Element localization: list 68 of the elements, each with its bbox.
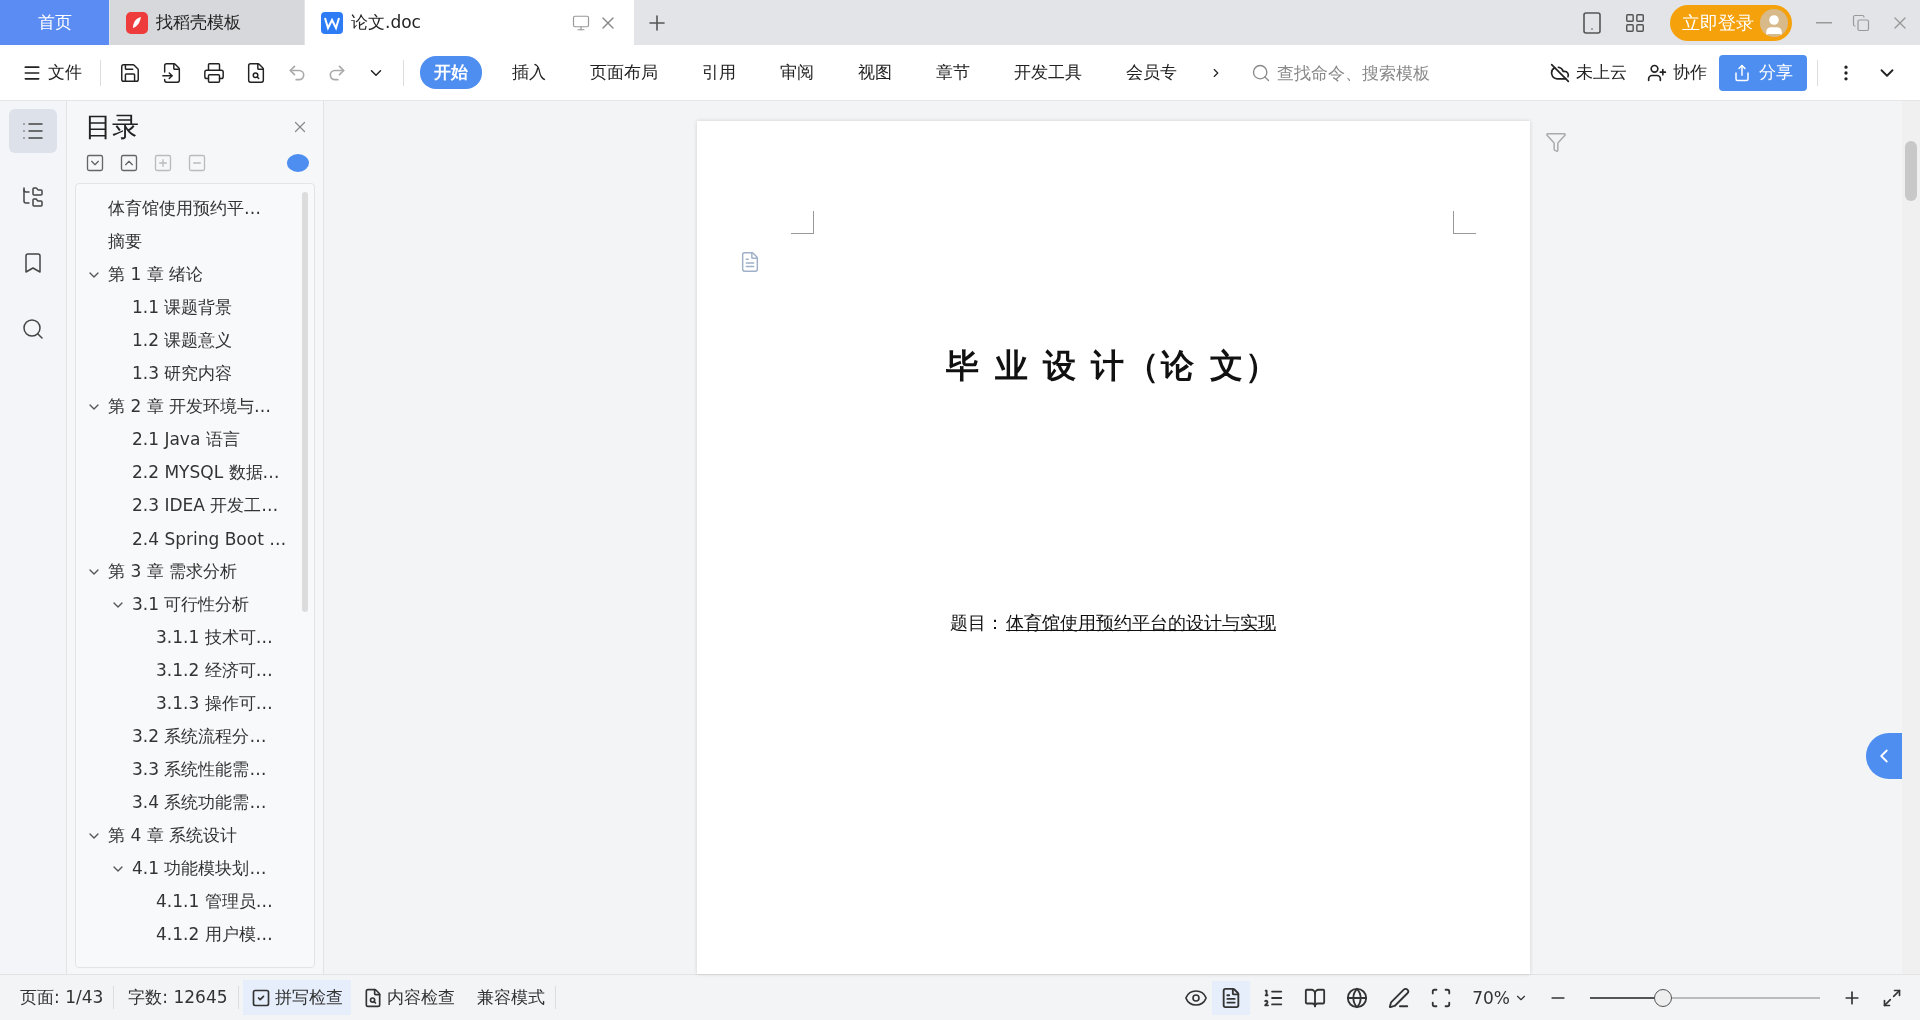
toc-item[interactable]: 第 4 章 系统设计	[76, 819, 314, 852]
subject-line: 题目：体育馆使用预约平台的设计与实现	[950, 611, 1276, 635]
toc-item[interactable]: 3.1.3 操作可…	[76, 687, 314, 720]
cloud-button[interactable]: 未上云	[1542, 57, 1635, 88]
expand-all-icon	[85, 153, 105, 173]
toc-item[interactable]: 4.1.1 管理员…	[76, 885, 314, 918]
remove-icon	[187, 153, 207, 173]
corner-mark	[790, 211, 814, 234]
add-icon	[153, 153, 173, 173]
collaborate-button[interactable]: 协作	[1639, 57, 1715, 88]
checkbox-icon	[250, 987, 271, 1008]
file-menu[interactable]: 文件	[14, 57, 90, 88]
toc-item[interactable]: 2.2 MYSQL 数据…	[76, 456, 314, 489]
corner-mark	[1452, 211, 1476, 234]
spell-check-button[interactable]: 拼写检查	[242, 980, 351, 1015]
collapse-all-icon	[119, 153, 139, 173]
compat-mode: 兼容模式	[466, 986, 556, 1009]
toc-item[interactable]: 3.1.2 经济可…	[76, 654, 314, 687]
toc-item[interactable]: 1.1 课题背景	[76, 291, 314, 324]
toc-item[interactable]: 1.3 研究内容	[76, 357, 314, 390]
filter-icon	[1545, 131, 1567, 153]
document-heading: 毕 业 设 计（论 文）	[946, 345, 1280, 387]
ribbon-tab[interactable]: 章节	[922, 56, 984, 89]
zoom-dropdown[interactable]: 70%	[1464, 981, 1536, 1014]
document-tab[interactable]: 找稻壳模板	[110, 0, 305, 45]
zoom-slider-thumb[interactable]	[1653, 988, 1672, 1007]
toc-item[interactable]: 第 1 章 绪论	[76, 258, 314, 291]
restore-icon	[1852, 13, 1870, 32]
toc-item[interactable]: 1.2 课题意义	[76, 324, 314, 357]
search-icon	[1251, 62, 1271, 83]
toc-item[interactable]: 3.2 系统流程分…	[76, 720, 314, 753]
document-tab[interactable]: 论文.doc	[305, 0, 635, 45]
scrollbar-thumb[interactable]	[1905, 141, 1917, 201]
toc-item[interactable]: 摘要	[76, 225, 314, 258]
toc-item[interactable]: 3.4 系统功能需…	[76, 786, 314, 819]
toc-item[interactable]: 3.3 系统性能需…	[76, 753, 314, 786]
toc-item[interactable]: 4.1 功能模块划…	[76, 852, 314, 885]
expand-panel-button[interactable]	[1866, 733, 1902, 779]
page-count: 页面: 1/43	[10, 986, 115, 1009]
toc-item[interactable]: 第 2 章 开发环境与…	[76, 390, 314, 423]
panel-title: 目录	[85, 110, 139, 144]
toc-item[interactable]: 2.1 Java 语言	[76, 423, 314, 456]
toc-item[interactable]: 体育馆使用预约平…	[76, 192, 314, 225]
add-user-icon	[1647, 62, 1667, 83]
ribbon-tab[interactable]: 会员专	[1112, 56, 1191, 89]
monitor-icon	[572, 13, 590, 32]
leaf-logo-icon	[126, 11, 148, 34]
toc-item[interactable]: 3.1 可行性分析	[76, 588, 314, 621]
page-view-icon[interactable]	[1212, 980, 1251, 1015]
toc-icon[interactable]	[9, 109, 57, 153]
word-count: 字数: 12645	[118, 986, 239, 1009]
toc-item[interactable]: 4.1.2 用户模…	[76, 918, 314, 951]
share-icon	[1733, 63, 1751, 82]
toc-item[interactable]: 第 3 章 需求分析	[76, 555, 314, 588]
toc-item[interactable]: 2.4 Spring Boot …	[76, 522, 314, 555]
cloud-icon	[1550, 62, 1570, 83]
ribbon-tab[interactable]: 审阅	[766, 56, 828, 89]
ribbon-tab[interactable]: 开发工具	[1000, 56, 1096, 89]
toc-item[interactable]: 3.1.1 技术可…	[76, 621, 314, 654]
ribbon-tab[interactable]: 引用	[688, 56, 750, 89]
ribbon-tab[interactable]: 页面布局	[576, 56, 672, 89]
ribbon-tab[interactable]: 视图	[844, 56, 906, 89]
toc-item[interactable]: 2.3 IDEA 开发工…	[76, 489, 314, 522]
device-icon	[1580, 10, 1604, 35]
content-check-button[interactable]: 内容检查	[354, 980, 463, 1015]
grid-icon	[1624, 11, 1646, 34]
document-logo-icon	[321, 11, 343, 34]
ribbon-tab[interactable]: 插入	[498, 56, 560, 89]
